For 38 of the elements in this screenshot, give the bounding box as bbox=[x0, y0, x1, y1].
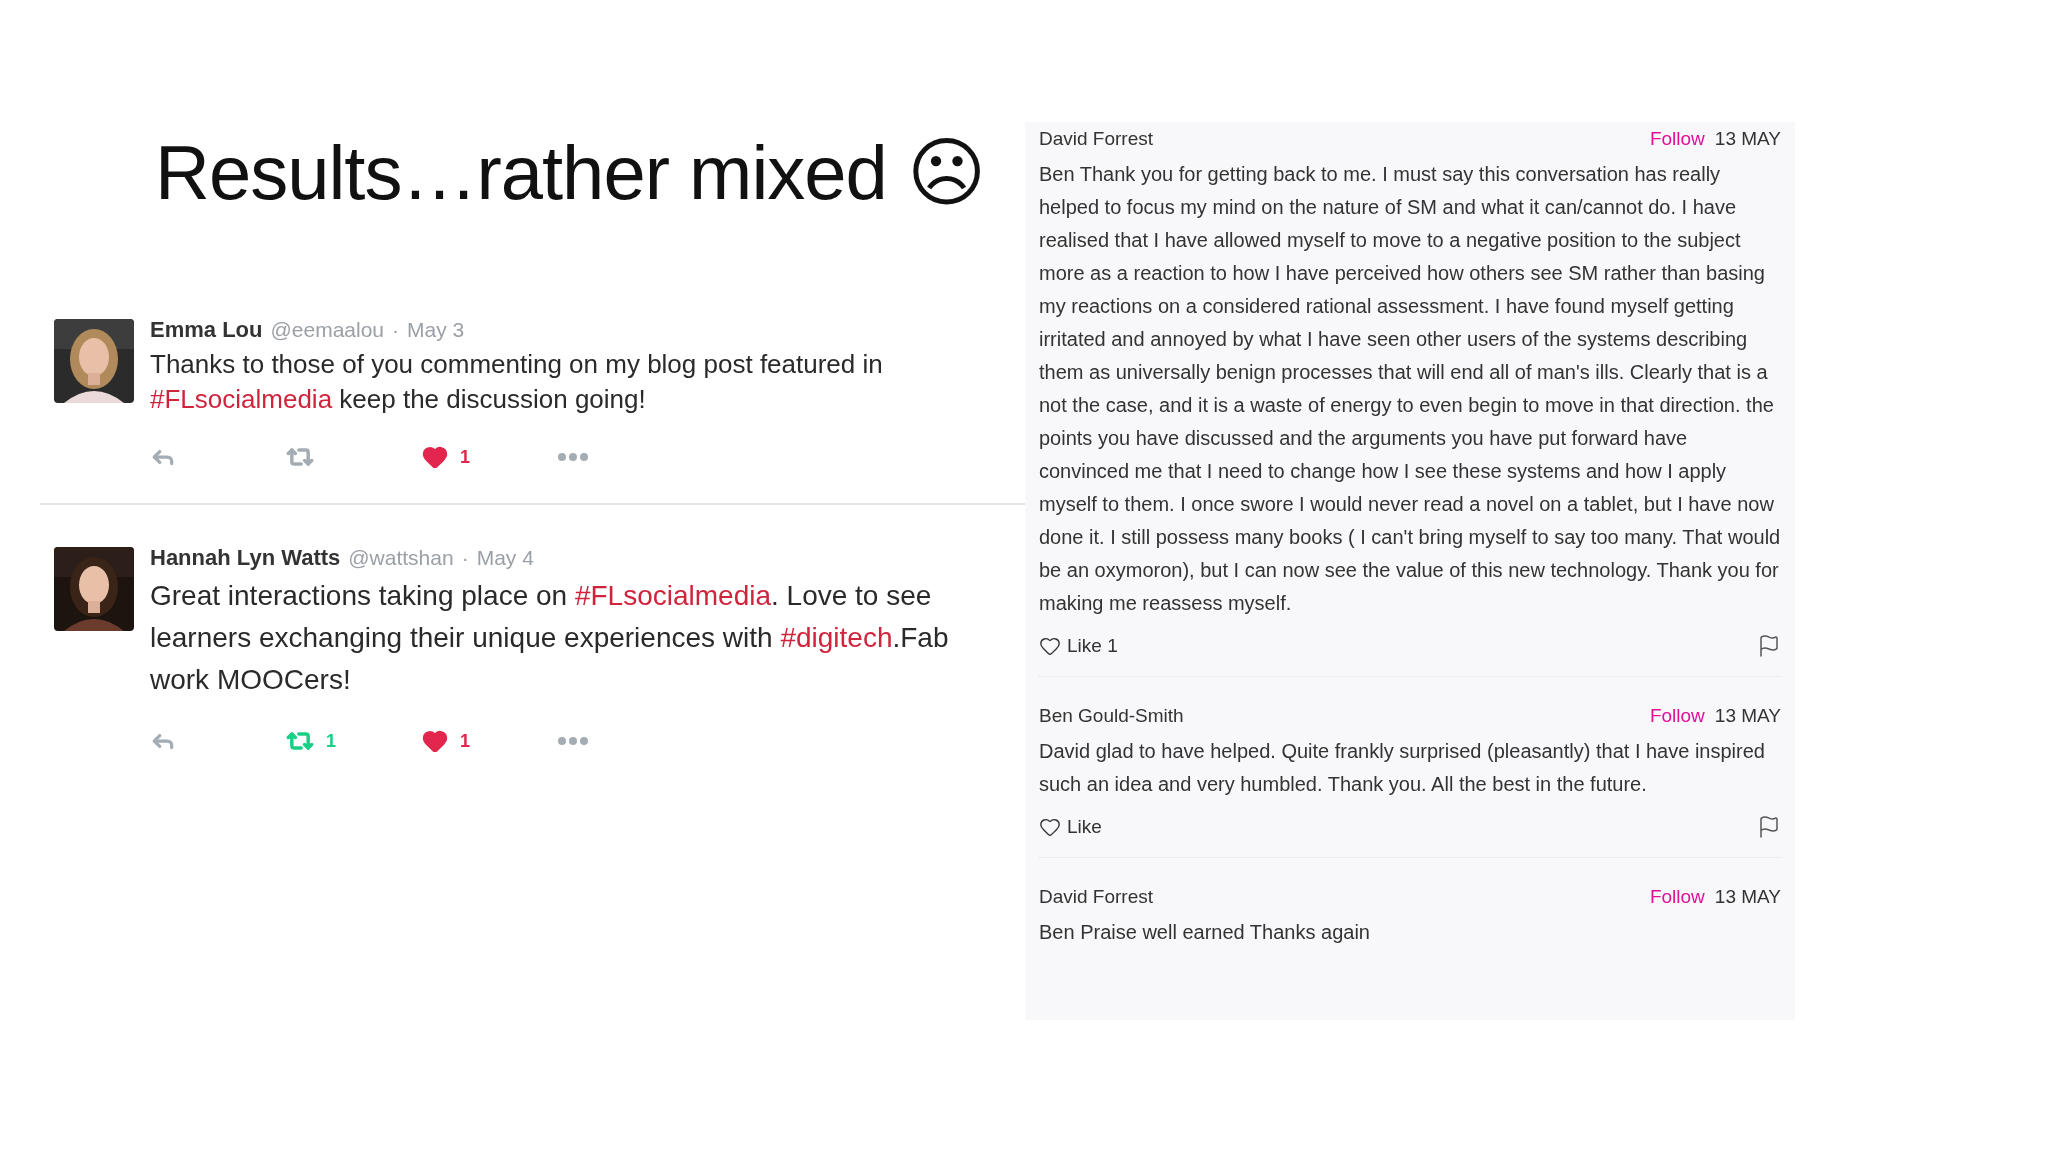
tweet-text: Great interactions taking place on #FLsocialmedia. Love to see learners exchanging their unique experiences with #digitech.Fab work MOOCers! bbox=[150, 579, 950, 697]
tweet-date: May 3 bbox=[407, 318, 465, 342]
tweet-text: Thanks to those of you commenting on my blog post featured in #FLsocialmedia keep the discussion going! bbox=[150, 348, 884, 416]
user-handle: @eemaalou bbox=[270, 318, 385, 342]
heart-icon bbox=[422, 728, 448, 754]
follow-link[interactable]: Follow bbox=[1649, 705, 1705, 727]
more-icon bbox=[558, 453, 588, 461]
flag-icon[interactable] bbox=[1757, 815, 1781, 839]
comment-date: 13 MAY bbox=[1714, 705, 1781, 727]
like-button[interactable]: 1 bbox=[422, 728, 558, 754]
hashtag-link[interactable]: #digitech bbox=[780, 622, 893, 653]
like-button[interactable]: Like 1 bbox=[1039, 635, 1118, 657]
heart-icon bbox=[1039, 635, 1061, 657]
flag-icon[interactable] bbox=[1757, 634, 1781, 658]
hashtag-link[interactable]: #FLsocialmedia bbox=[574, 580, 772, 611]
slide-title: Results…rather mixed ☹ bbox=[155, 129, 986, 217]
comment-text: David glad to have helped. Quite frankly surprised (pleasantly) that I have inspired such an idea and very humbled. Thank you. All the best in the future. bbox=[1039, 739, 1766, 797]
more-icon bbox=[558, 737, 588, 745]
user-name: Emma Lou bbox=[150, 317, 263, 343]
comment-author: David Forrest bbox=[1039, 128, 1155, 150]
comment-date: 13 MAY bbox=[1714, 886, 1781, 908]
follow-link[interactable]: Follow bbox=[1649, 128, 1705, 150]
comment-date: 13 MAY bbox=[1714, 128, 1781, 150]
tweet-date: May 4 bbox=[476, 546, 534, 570]
follow-link[interactable]: Follow bbox=[1649, 886, 1705, 908]
hashtag-link[interactable]: #FLsocialmedia bbox=[150, 384, 333, 414]
heart-icon bbox=[1039, 816, 1061, 838]
like-button[interactable]: Like bbox=[1039, 816, 1102, 838]
heart-icon bbox=[422, 444, 448, 470]
comment-text: Ben Thank you for getting back to me. I must say this conversation has really helped to focus my mind on the nature of SM and what it can/cannot do. I have realised that I have allowed myself to move to a negative position to the subject more as a reaction to how I have perceived how others see SM rather than basing my reactions on a considered rational assessment. I have found myself getting irritated and annoyed by what I have seen other users of the systems describing them as universally benign processes that will end all of man's ills. Clearly that is a not the case, and it is a waste of energy to even begin to move in that direction. the points you have discussed and the arguments you have put forward have convinced me that I need to change how I see these systems and how I apply myself to them. I once swore I would never read a novel on a tablet, but I have now done it. I still possess many books ( I can't bring myself to say too many. That would be an oxymoron), but I can now see the value of this new technology. Thank you for making me reassess myself. bbox=[1039, 162, 1781, 616]
user-name: Hannah Lyn Watts bbox=[150, 545, 341, 571]
like-button[interactable]: 1 bbox=[422, 444, 558, 470]
user-handle: @wattshan bbox=[348, 546, 454, 570]
separator-dot: · bbox=[461, 546, 469, 570]
comment-author: David Forrest bbox=[1039, 886, 1155, 908]
comment-text: Ben Praise well earned Thanks again bbox=[1039, 920, 1371, 945]
separator-dot: · bbox=[392, 318, 400, 342]
comment-author: Ben Gould-Smith bbox=[1039, 705, 1185, 727]
